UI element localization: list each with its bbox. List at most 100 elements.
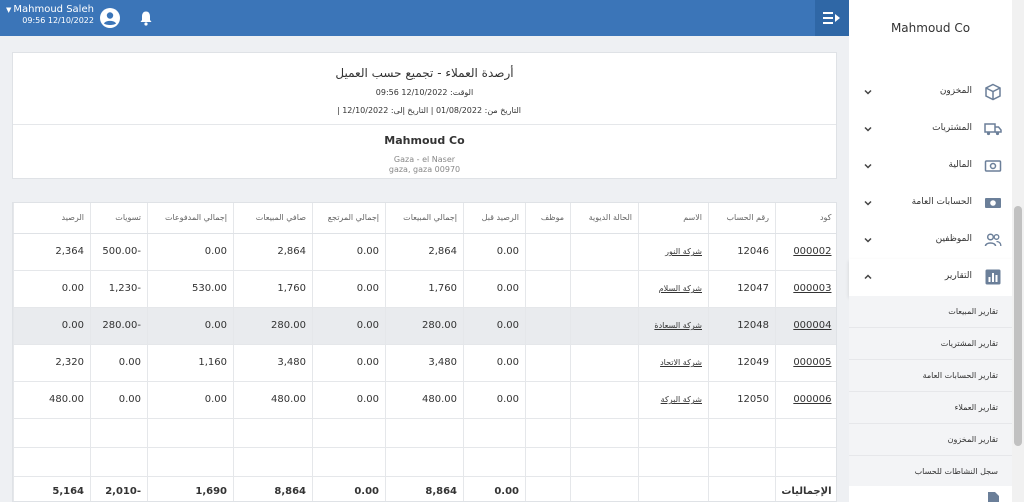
table-row-empty xyxy=(13,447,836,477)
header-adjustments[interactable]: تسويات xyxy=(90,203,148,234)
sidebar-item-finance[interactable]: المالية xyxy=(849,148,1012,185)
adjustments: 0.00 xyxy=(90,381,148,419)
total-sales: 280.00 xyxy=(385,307,464,345)
sidebar-item-label: المخزون xyxy=(939,86,972,96)
account-number: 12047 xyxy=(708,270,776,308)
customer-code-link[interactable]: 000002 xyxy=(793,246,831,257)
net-sales: 1,760 xyxy=(233,270,313,308)
submenu-item-inventory-reports[interactable]: تقارير المخزون xyxy=(849,424,1012,456)
menu-toggle-button[interactable] xyxy=(815,0,849,36)
submenu-item-general-accounts-reports[interactable]: تقارير الحسابات العامة xyxy=(849,360,1012,392)
customer-name-link[interactable]: شركة النور xyxy=(665,247,702,256)
balance: 480.00 xyxy=(13,381,91,419)
customer-name-link[interactable]: شركة الاتحاد xyxy=(660,358,702,367)
header-employee[interactable]: موظف xyxy=(525,203,571,234)
money-bill-icon xyxy=(985,198,1001,208)
table-row: 000002 12046 شركة النور 0.00 2,864 0.00 … xyxy=(13,233,836,271)
adjustments: 0.00 xyxy=(90,344,148,382)
sidebar-item-label: الحسابات العامة xyxy=(911,197,972,207)
header-opening-balance[interactable]: الرصيد قبل xyxy=(463,203,526,234)
sidebar-item-purchases[interactable]: المشتريات xyxy=(849,111,1012,148)
customer-balances-table: كود رقم الحساب الاسم الحالة الديوية موظف… xyxy=(13,203,836,501)
sidebar-item-label: المالية xyxy=(948,160,972,170)
sidebar-item-inventory[interactable]: المخزون xyxy=(849,74,1012,111)
submenu-item-sales-reports[interactable]: تقارير المبيعات xyxy=(849,296,1012,328)
header-account-number[interactable]: رقم الحساب xyxy=(708,203,776,234)
report-title: أرصدة العملاء - تجميع حسب العميل xyxy=(335,66,514,80)
customer-code-link[interactable]: 000003 xyxy=(793,283,831,294)
account-number: 12049 xyxy=(708,344,776,382)
company-address-line1: Gaza - el Naser xyxy=(393,155,456,164)
sidebar-item-next[interactable] xyxy=(849,486,1012,502)
table-row: 000003 12047 شركة السلام 0.00 1,760 0.00… xyxy=(13,270,836,308)
user-circle-icon[interactable] xyxy=(100,8,120,28)
header-status[interactable]: الحالة الديوية xyxy=(570,203,639,234)
employee-cell xyxy=(525,381,571,419)
user-name: Mahmoud Saleh xyxy=(13,4,94,15)
total-payments: 0.00 xyxy=(147,233,234,271)
user-datetime: 09:56 12/10/2022 xyxy=(22,16,94,25)
total-payments: 0.00 xyxy=(147,307,234,345)
submenu-item-purchase-reports[interactable]: تقارير المشتريات xyxy=(849,328,1012,360)
user-menu[interactable]: ▼ Mahmoud Saleh 09:56 12/10/2022 xyxy=(6,4,94,25)
balance: 2,320 xyxy=(13,344,91,382)
status-cell xyxy=(570,233,639,271)
total-payments-sum: 1,690 xyxy=(147,475,234,501)
opening-balance: 0.00 xyxy=(463,233,526,271)
header-name[interactable]: الاسم xyxy=(638,203,709,234)
total-returns: 0.00 xyxy=(312,270,386,308)
box-icon xyxy=(985,83,1001,101)
company-address-line2: gaza, gaza 00970 xyxy=(388,165,461,174)
employee-cell xyxy=(525,270,571,308)
chevron-down-icon xyxy=(864,126,872,132)
customer-code-link[interactable]: 000004 xyxy=(793,320,831,331)
customer-name-link[interactable]: شركة السعادة xyxy=(654,321,702,330)
report-time: الوقت: 12/10/2022 09:56 xyxy=(375,88,474,97)
total-sales: 3,480 xyxy=(385,344,464,382)
employee-cell xyxy=(525,344,571,382)
sidebar-item-employees[interactable]: الموظفين xyxy=(849,222,1012,259)
scrollbar-thumb[interactable] xyxy=(1014,206,1022,446)
submenu-item-customer-reports[interactable]: تقارير العملاء xyxy=(849,392,1012,424)
adjustments: -280.00 xyxy=(90,307,148,345)
total-returns: 0.00 xyxy=(312,307,386,345)
header-total-payments[interactable]: إجمالي المدفوعات xyxy=(147,203,234,234)
total-net-sales: 8,864 xyxy=(233,475,313,501)
total-sales: 1,760 xyxy=(385,270,464,308)
sidebar-scrollbar[interactable] xyxy=(1012,0,1024,502)
chevron-down-icon xyxy=(864,89,872,95)
header-code[interactable]: كود xyxy=(775,203,836,234)
adjustments: -1,230 xyxy=(90,270,148,308)
header-total-returns[interactable]: إجمالي المرتجع xyxy=(312,203,386,234)
customer-code-link[interactable]: 000005 xyxy=(793,357,831,368)
customer-name-link[interactable]: شركة السلام xyxy=(659,284,702,293)
totals-label: الإجماليات xyxy=(775,475,836,501)
submenu-item-activity-log[interactable]: سجل النشاطات للحساب xyxy=(849,456,1012,488)
chevron-down-icon xyxy=(864,200,872,206)
customer-code-link[interactable]: 000006 xyxy=(793,394,831,405)
total-returns: 0.00 xyxy=(312,233,386,271)
net-sales: 3,480 xyxy=(233,344,313,382)
totals-row: الإجماليات 0.00 8,864 0.00 8,864 1,690 -… xyxy=(13,475,836,501)
top-bar: ▼ Mahmoud Saleh 09:56 12/10/2022 xyxy=(0,0,849,36)
reports-submenu: تقارير المبيعات تقارير المشتريات تقارير … xyxy=(849,296,1012,488)
cash-icon xyxy=(984,160,1002,172)
customer-name-link[interactable]: شركة البركة xyxy=(661,395,702,404)
total-sales: 480.00 xyxy=(385,381,464,419)
opening-balance: 0.00 xyxy=(463,381,526,419)
bell-icon[interactable] xyxy=(138,10,154,26)
employee-cell xyxy=(525,233,571,271)
header-total-sales[interactable]: إجمالي المبيعات xyxy=(385,203,464,234)
sidebar-item-reports[interactable]: التقارير xyxy=(849,259,1012,296)
report-date-range: التاريخ من: 01/08/2022 | التاريخ إلى: 12… xyxy=(336,106,521,115)
header-net-sales[interactable]: صافي المبيعات xyxy=(233,203,313,234)
account-number: 12050 xyxy=(708,381,776,419)
total-returns-sum: 0.00 xyxy=(312,475,386,501)
sidebar-item-general-accounts[interactable]: الحسابات العامة xyxy=(849,185,1012,222)
header-balance[interactable]: الرصيد xyxy=(13,203,91,234)
chevron-up-icon xyxy=(864,274,872,280)
bar-chart-icon xyxy=(985,269,1001,285)
table-row-empty xyxy=(13,418,836,448)
total-adjustments: -2,010 xyxy=(90,475,148,501)
status-cell xyxy=(570,381,639,419)
